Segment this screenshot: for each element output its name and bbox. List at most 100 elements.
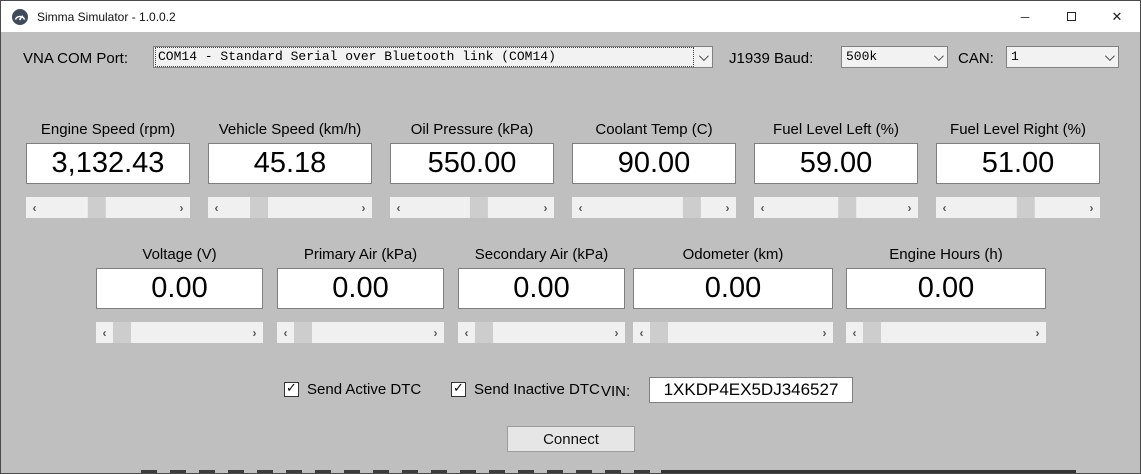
background-window-edge bbox=[141, 470, 666, 473]
scroll-thumb[interactable] bbox=[650, 322, 668, 343]
scroll-right-button[interactable]: › bbox=[355, 197, 372, 218]
gauge-value-input[interactable] bbox=[633, 268, 833, 309]
scroll-track[interactable] bbox=[113, 322, 246, 343]
baud-label: J1939 Baud: bbox=[729, 50, 813, 67]
scroll-right-button[interactable]: › bbox=[901, 197, 918, 218]
scroll-right-button[interactable]: › bbox=[1083, 197, 1100, 218]
gauge-value-input[interactable] bbox=[936, 143, 1100, 184]
baud-select[interactable]: 500k bbox=[841, 46, 948, 68]
scroll-thumb[interactable] bbox=[470, 197, 488, 218]
scroll-thumb[interactable] bbox=[863, 322, 881, 343]
scroll-left-button[interactable]: ‹ bbox=[936, 197, 953, 218]
gauge-odometer: Odometer (km) ‹ › bbox=[633, 246, 833, 343]
scroll-left-button[interactable]: ‹ bbox=[26, 197, 43, 218]
gauge-scrollbar[interactable]: ‹ › bbox=[633, 322, 833, 343]
gauge-oil-pressure: Oil Pressure (kPa) ‹ › bbox=[390, 121, 554, 218]
scroll-right-button[interactable]: › bbox=[246, 322, 263, 343]
scroll-track[interactable] bbox=[407, 197, 537, 218]
scroll-track[interactable] bbox=[771, 197, 901, 218]
maximize-button[interactable] bbox=[1048, 1, 1094, 32]
gauge-label: Vehicle Speed (km/h) bbox=[208, 121, 372, 138]
vin-input[interactable] bbox=[649, 377, 853, 403]
gauge-label: Engine Hours (h) bbox=[846, 246, 1046, 263]
scroll-left-button[interactable]: ‹ bbox=[572, 197, 589, 218]
gauge-scrollbar[interactable]: ‹ › bbox=[754, 197, 918, 218]
gauge-label: Voltage (V) bbox=[96, 246, 263, 263]
gauge-value-input[interactable] bbox=[208, 143, 372, 184]
gauge-value-input[interactable] bbox=[572, 143, 736, 184]
scroll-track[interactable] bbox=[225, 197, 355, 218]
gauge-scrollbar[interactable]: ‹ › bbox=[208, 197, 372, 218]
scroll-left-button[interactable]: ‹ bbox=[633, 322, 650, 343]
scroll-thumb[interactable] bbox=[294, 322, 312, 343]
scroll-left-button[interactable]: ‹ bbox=[96, 322, 113, 343]
gauge-scrollbar[interactable]: ‹ › bbox=[26, 197, 190, 218]
scroll-left-button[interactable]: ‹ bbox=[458, 322, 475, 343]
scroll-track[interactable] bbox=[863, 322, 1029, 343]
gauge-scrollbar[interactable]: ‹ › bbox=[846, 322, 1046, 343]
scroll-right-button[interactable]: › bbox=[427, 322, 444, 343]
gauge-value-input[interactable] bbox=[26, 143, 190, 184]
gauge-value-input[interactable] bbox=[96, 268, 263, 309]
scroll-right-button[interactable]: › bbox=[173, 197, 190, 218]
gauge-value-input[interactable] bbox=[754, 143, 918, 184]
gauge-value-input[interactable] bbox=[846, 268, 1046, 309]
scroll-track[interactable] bbox=[650, 322, 816, 343]
send-inactive-dtc-label: Send Inactive DTC bbox=[474, 381, 600, 398]
gauge-value-input[interactable] bbox=[458, 268, 625, 309]
close-button[interactable]: ✕ bbox=[1094, 1, 1140, 32]
can-label: CAN: bbox=[958, 50, 994, 67]
app-window: Simma Simulator - 1.0.0.2 ─ ✕ VNA COM Po… bbox=[0, 0, 1141, 474]
scroll-right-button[interactable]: › bbox=[608, 322, 625, 343]
scroll-thumb[interactable] bbox=[838, 197, 856, 218]
gauge-row-2: Voltage (V) ‹ › Primary Air (kPa) ‹ › Se… bbox=[96, 246, 1046, 343]
scroll-track[interactable] bbox=[43, 197, 173, 218]
connect-button[interactable]: Connect bbox=[507, 426, 635, 452]
scroll-right-button[interactable]: › bbox=[719, 197, 736, 218]
scroll-thumb[interactable] bbox=[683, 197, 701, 218]
scroll-track[interactable] bbox=[589, 197, 719, 218]
gauge-label: Fuel Level Right (%) bbox=[936, 121, 1100, 138]
scroll-thumb[interactable] bbox=[113, 322, 131, 343]
scroll-left-button[interactable]: ‹ bbox=[390, 197, 407, 218]
can-select[interactable]: 1 bbox=[1006, 46, 1119, 68]
com-port-value: COM14 - Standard Serial over Bluetooth l… bbox=[156, 48, 693, 66]
scroll-right-button[interactable]: › bbox=[1029, 322, 1046, 343]
scroll-thumb[interactable] bbox=[250, 197, 268, 218]
com-port-label: VNA COM Port: bbox=[23, 50, 128, 67]
gauge-row-1: Engine Speed (rpm) ‹ › Vehicle Speed (km… bbox=[26, 121, 1100, 218]
minimize-button[interactable]: ─ bbox=[1002, 1, 1048, 32]
title-bar: Simma Simulator - 1.0.0.2 ─ ✕ bbox=[1, 1, 1140, 32]
scroll-right-button[interactable]: › bbox=[816, 322, 833, 343]
gauge-scrollbar[interactable]: ‹ › bbox=[390, 197, 554, 218]
window-controls: ─ ✕ bbox=[1002, 1, 1140, 32]
scroll-track[interactable] bbox=[294, 322, 427, 343]
gauge-label: Primary Air (kPa) bbox=[277, 246, 444, 263]
gauge-scrollbar[interactable]: ‹ › bbox=[96, 322, 263, 343]
scroll-track[interactable] bbox=[953, 197, 1083, 218]
gauge-value-input[interactable] bbox=[390, 143, 554, 184]
gauge-primary-air: Primary Air (kPa) ‹ › bbox=[277, 246, 444, 343]
maximize-icon bbox=[1067, 12, 1076, 21]
scroll-left-button[interactable]: ‹ bbox=[208, 197, 225, 218]
scroll-track[interactable] bbox=[475, 322, 608, 343]
scroll-right-button[interactable]: › bbox=[537, 197, 554, 218]
gauge-scrollbar[interactable]: ‹ › bbox=[458, 322, 625, 343]
gauge-scrollbar[interactable]: ‹ › bbox=[572, 197, 736, 218]
minimize-icon: ─ bbox=[1021, 10, 1030, 24]
send-active-dtc-checkbox[interactable] bbox=[284, 382, 299, 397]
com-port-select[interactable]: COM14 - Standard Serial over Bluetooth l… bbox=[153, 46, 713, 68]
gauge-fuel-left: Fuel Level Left (%) ‹ › bbox=[754, 121, 918, 218]
scroll-left-button[interactable]: ‹ bbox=[846, 322, 863, 343]
scroll-left-button[interactable]: ‹ bbox=[754, 197, 771, 218]
scroll-left-button[interactable]: ‹ bbox=[277, 322, 294, 343]
send-active-dtc-group: Send Active DTC bbox=[284, 381, 421, 398]
scroll-thumb[interactable] bbox=[475, 322, 493, 343]
send-inactive-dtc-checkbox[interactable] bbox=[451, 382, 466, 397]
scroll-thumb[interactable] bbox=[1017, 197, 1035, 218]
gauge-value-input[interactable] bbox=[277, 268, 444, 309]
scroll-thumb[interactable] bbox=[88, 197, 106, 218]
gauge-scrollbar[interactable]: ‹ › bbox=[936, 197, 1100, 218]
gauge-vehicle-speed: Vehicle Speed (km/h) ‹ › bbox=[208, 121, 372, 218]
gauge-scrollbar[interactable]: ‹ › bbox=[277, 322, 444, 343]
